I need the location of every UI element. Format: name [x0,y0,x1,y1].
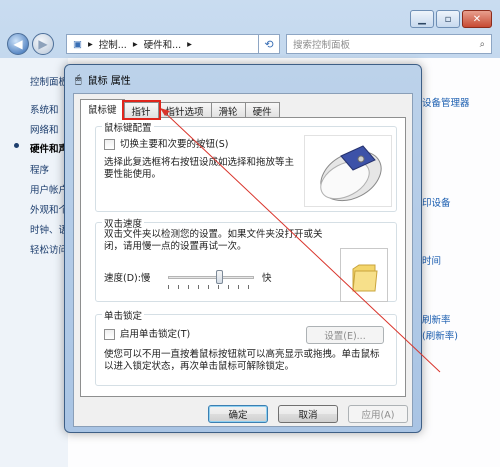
control-panel-icon: ▣ [73,38,82,50]
speed-label: 速度(D):慢 [104,273,151,284]
refresh-button[interactable]: ⟲ [258,34,280,54]
tab-pointer-options[interactable]: 指针选项 [157,102,212,118]
cancel-button[interactable]: 取消 [278,405,338,423]
click-lock-settings-button[interactable]: 设置(E)... [306,326,384,344]
maximize-button[interactable]: ▫ [436,10,460,28]
double-click-group: 双击速度 双击文件夹以检测您的设置。如果文件夹没打开或关闭，请用慢一点的设置再试… [95,216,397,302]
link-refresh-rate-2[interactable]: (刷新率) [422,328,458,342]
navigation-bar: ◀ ▶ ▣ ▸ 控制... ▸ 硬件和... ▸ ⟲ 搜索控制面板 ⌕ [0,30,500,58]
link-device-manager[interactable]: 设备管理器 [422,95,470,109]
breadcrumb-item[interactable]: 控制... [99,37,127,51]
back-button[interactable]: ◀ [7,33,29,55]
link-printers[interactable]: 印设备 [422,195,451,209]
dialog-body: 鼠标键 指针 指针选项 滑轮 硬件 鼠标键配置 切换主要和次要的按钮(S) 选择… [73,93,413,427]
fast-label: 快 [262,273,272,284]
minimize-button[interactable]: ▁ [410,10,434,28]
enable-click-lock-checkbox[interactable] [104,329,115,340]
dialog-title: 🖱 鼠标 属性 [75,72,131,88]
test-folder-area[interactable] [340,248,388,302]
breadcrumb-item[interactable]: 硬件和... [144,37,182,51]
ok-button[interactable]: 确定 [208,405,268,423]
sidebar-item-accessibility[interactable]: 轻松访问 [30,242,68,256]
double-click-title: 双击速度 [102,216,145,230]
explorer-titlebar: ▁ ▫ ✕ [0,0,500,30]
speed-slider-ticks [168,285,254,289]
double-click-description: 双击文件夹以检测您的设置。如果文件夹没打开或关闭，请用慢一点的设置再试一次。 [104,229,323,252]
mouse-properties-dialog: 🖱 鼠标 属性 鼠标键 指针 指针选项 滑轮 硬件 鼠标键配置 切换主要和次要的… [64,64,422,433]
mouse-illustration [304,135,392,207]
apply-button[interactable]: 应用(A) [348,405,408,423]
dialog-title-text: 鼠标 属性 [87,76,131,87]
link-time[interactable]: 时间 [422,253,441,267]
speed-slider-track[interactable] [168,276,254,279]
search-icon: ⌕ [479,38,485,50]
sidebar-item-network[interactable]: 网络和 [30,122,59,136]
close-button[interactable]: ✕ [462,10,492,28]
tab-wheel[interactable]: 滑轮 [210,102,246,118]
sidebar-item-control-panel-home[interactable]: 控制面板 [30,74,68,88]
tab-panel: 鼠标键配置 切换主要和次要的按钮(S) 选择此复选框将右按钮设成如选择和拖放等主… [80,117,406,397]
button-config-group: 鼠标键配置 切换主要和次要的按钮(S) 选择此复选框将右按钮设成如选择和拖放等主… [95,120,397,212]
refresh-icon: ⟲ [264,37,274,51]
sidebar-item-clock[interactable]: 时钟、语 [30,222,68,236]
arrow-right-icon: ▶ [38,37,48,51]
tab-hardware[interactable]: 硬件 [244,102,280,118]
chevron-right-icon: ▸ [187,38,192,50]
search-input[interactable]: 搜索控制面板 ⌕ [286,34,492,54]
click-lock-description: 使您可以不用一直按着鼠标按钮就可以高亮显示或拖拽。单击鼠标以进入锁定状态，再次单… [104,349,380,372]
sidebar-item-appearance[interactable]: 外观和个 [30,202,68,216]
current-item-bullet [14,143,19,148]
button-config-title: 鼠标键配置 [102,120,154,134]
button-config-description: 选择此复选框将右按钮设成如选择和拖放等主要性能使用。 [104,157,295,180]
click-lock-group: 单击锁定 启用单击锁定(T) 设置(E)... 使您可以不用一直按着鼠标按钮就可… [95,308,397,386]
address-bar[interactable]: ▣ ▸ 控制... ▸ 硬件和... ▸ [66,34,280,54]
speed-slider-thumb[interactable] [215,270,223,284]
search-placeholder: 搜索控制面板 [293,40,351,51]
chevron-right-icon: ▸ [132,38,138,50]
sidebar-item-system[interactable]: 系统和 [30,102,59,116]
tab-buttons[interactable]: 鼠标键 [80,99,125,118]
control-panel-sidebar [0,58,68,467]
link-refresh-rate[interactable]: 刷新率 [422,312,451,326]
tab-strip: 鼠标键 指针 指针选项 滑轮 硬件 [80,98,280,120]
mouse-icon: 🖱 [75,72,82,86]
sidebar-item-hardware[interactable]: 硬件和声 [30,141,68,155]
sidebar-item-programs[interactable]: 程序 [30,162,49,176]
chevron-right-icon: ▸ [87,38,93,50]
forward-button[interactable]: ▶ [32,33,54,55]
folder-icon [352,264,378,292]
arrow-left-icon: ◀ [13,37,23,51]
sidebar-item-user-accounts[interactable]: 用户帐户 [30,182,68,196]
tab-pointers[interactable]: 指针 [121,100,161,120]
switch-buttons-label[interactable]: 切换主要和次要的按钮(S) [120,139,228,151]
click-lock-title: 单击锁定 [102,308,145,322]
switch-buttons-checkbox[interactable] [104,139,115,150]
enable-click-lock-label[interactable]: 启用单击锁定(T) [120,329,190,341]
